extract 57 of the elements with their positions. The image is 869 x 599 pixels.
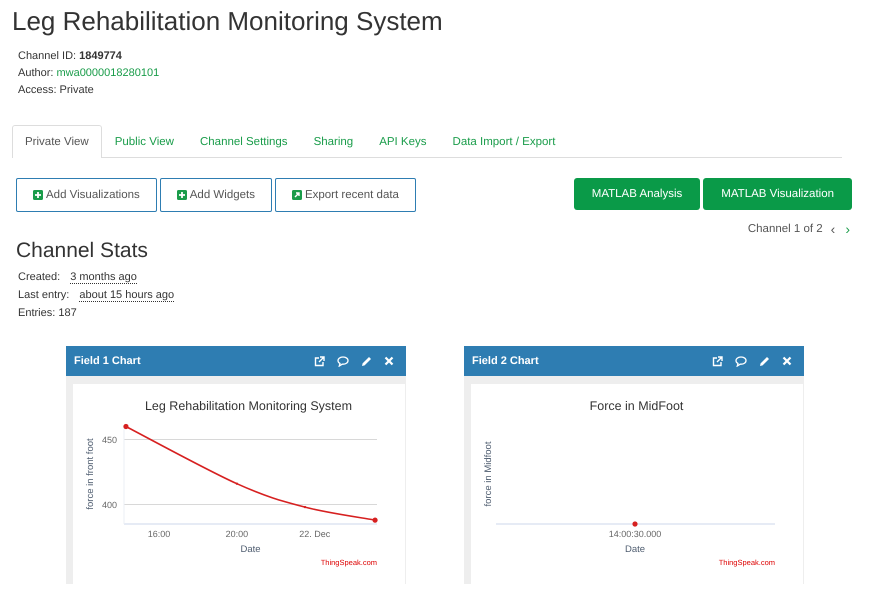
action-button[interactable]: Add Widgets <box>160 178 272 212</box>
action-button[interactable]: Export recent data <box>274 178 416 212</box>
x-tick-label: 20:00 <box>226 529 248 539</box>
action-button[interactable]: Add Visualizations <box>16 178 157 212</box>
tab[interactable]: API Keys <box>366 125 440 158</box>
external-link-icon[interactable] <box>712 356 723 366</box>
chart-title: Leg Rehabilitation Monitoring System <box>144 399 352 413</box>
tab[interactable]: Data Import / Export <box>440 125 568 158</box>
matlab-button[interactable]: MATLAB Visualization <box>703 178 852 210</box>
data-point <box>372 518 378 523</box>
y-tick-label: 400 <box>102 500 117 510</box>
stat-value: 3 months ago <box>70 271 137 284</box>
x-axis-label: Date <box>240 544 261 555</box>
comment-icon[interactable] <box>735 356 747 366</box>
tab[interactable]: Sharing <box>300 125 366 158</box>
chart-title: Force in MidFoot <box>590 399 684 413</box>
section-heading: Channel Stats <box>16 239 149 263</box>
panel-title: Field 1 Chart <box>74 355 141 367</box>
channel-pager: Channel 1 of 2 <box>748 223 823 235</box>
y-axis-label: force in front foot <box>85 438 96 510</box>
data-point <box>123 424 129 430</box>
y-axis-label: force in Midfoot <box>483 442 494 506</box>
export-icon <box>292 190 302 200</box>
x-axis-label: Date <box>624 544 646 555</box>
data-point <box>632 521 638 527</box>
info-label: Channel ID: <box>18 50 76 62</box>
stat-label: Created: <box>18 271 60 284</box>
stat-text: Entries: 187 <box>18 307 77 319</box>
x-tick-label: 22. Dec <box>299 529 330 539</box>
pencil-icon[interactable] <box>759 356 770 366</box>
plus-icon <box>33 190 43 200</box>
stat-value: about 15 hours ago <box>79 289 174 302</box>
author-link[interactable]: mwa0000018280101 <box>56 67 160 79</box>
tab[interactable]: Public View <box>102 125 187 158</box>
channel-id: 1849774 <box>79 50 122 62</box>
next-button[interactable]: › <box>843 222 852 236</box>
plus-icon <box>176 190 187 200</box>
previous-button[interactable]: ‹ <box>828 222 838 236</box>
info-label: Access: <box>18 84 57 96</box>
y-tick-label: 450 <box>102 435 117 445</box>
comment-icon[interactable] <box>337 356 349 366</box>
info-label: Author: <box>18 67 54 79</box>
tab[interactable]: Channel Settings <box>186 125 301 158</box>
stat-label: Last entry: <box>18 289 70 302</box>
external-link-icon[interactable] <box>314 356 325 366</box>
x-tick-label: 16:00 <box>148 529 170 539</box>
matlab-button[interactable]: MATLAB Analysis <box>574 178 700 210</box>
close-icon[interactable] <box>384 356 394 366</box>
pencil-icon[interactable] <box>361 356 372 366</box>
data-point <box>236 482 238 485</box>
channel-title: Leg Rehabilitation Monitoring System <box>12 5 444 36</box>
x-tick-label: 14:00:30.000 <box>608 529 662 539</box>
close-icon[interactable] <box>782 356 792 366</box>
access-value: Private <box>60 84 94 96</box>
data-point <box>304 506 306 508</box>
panel-title: Field 2 Chart <box>472 355 539 367</box>
tab[interactable]: Private View <box>12 125 102 158</box>
